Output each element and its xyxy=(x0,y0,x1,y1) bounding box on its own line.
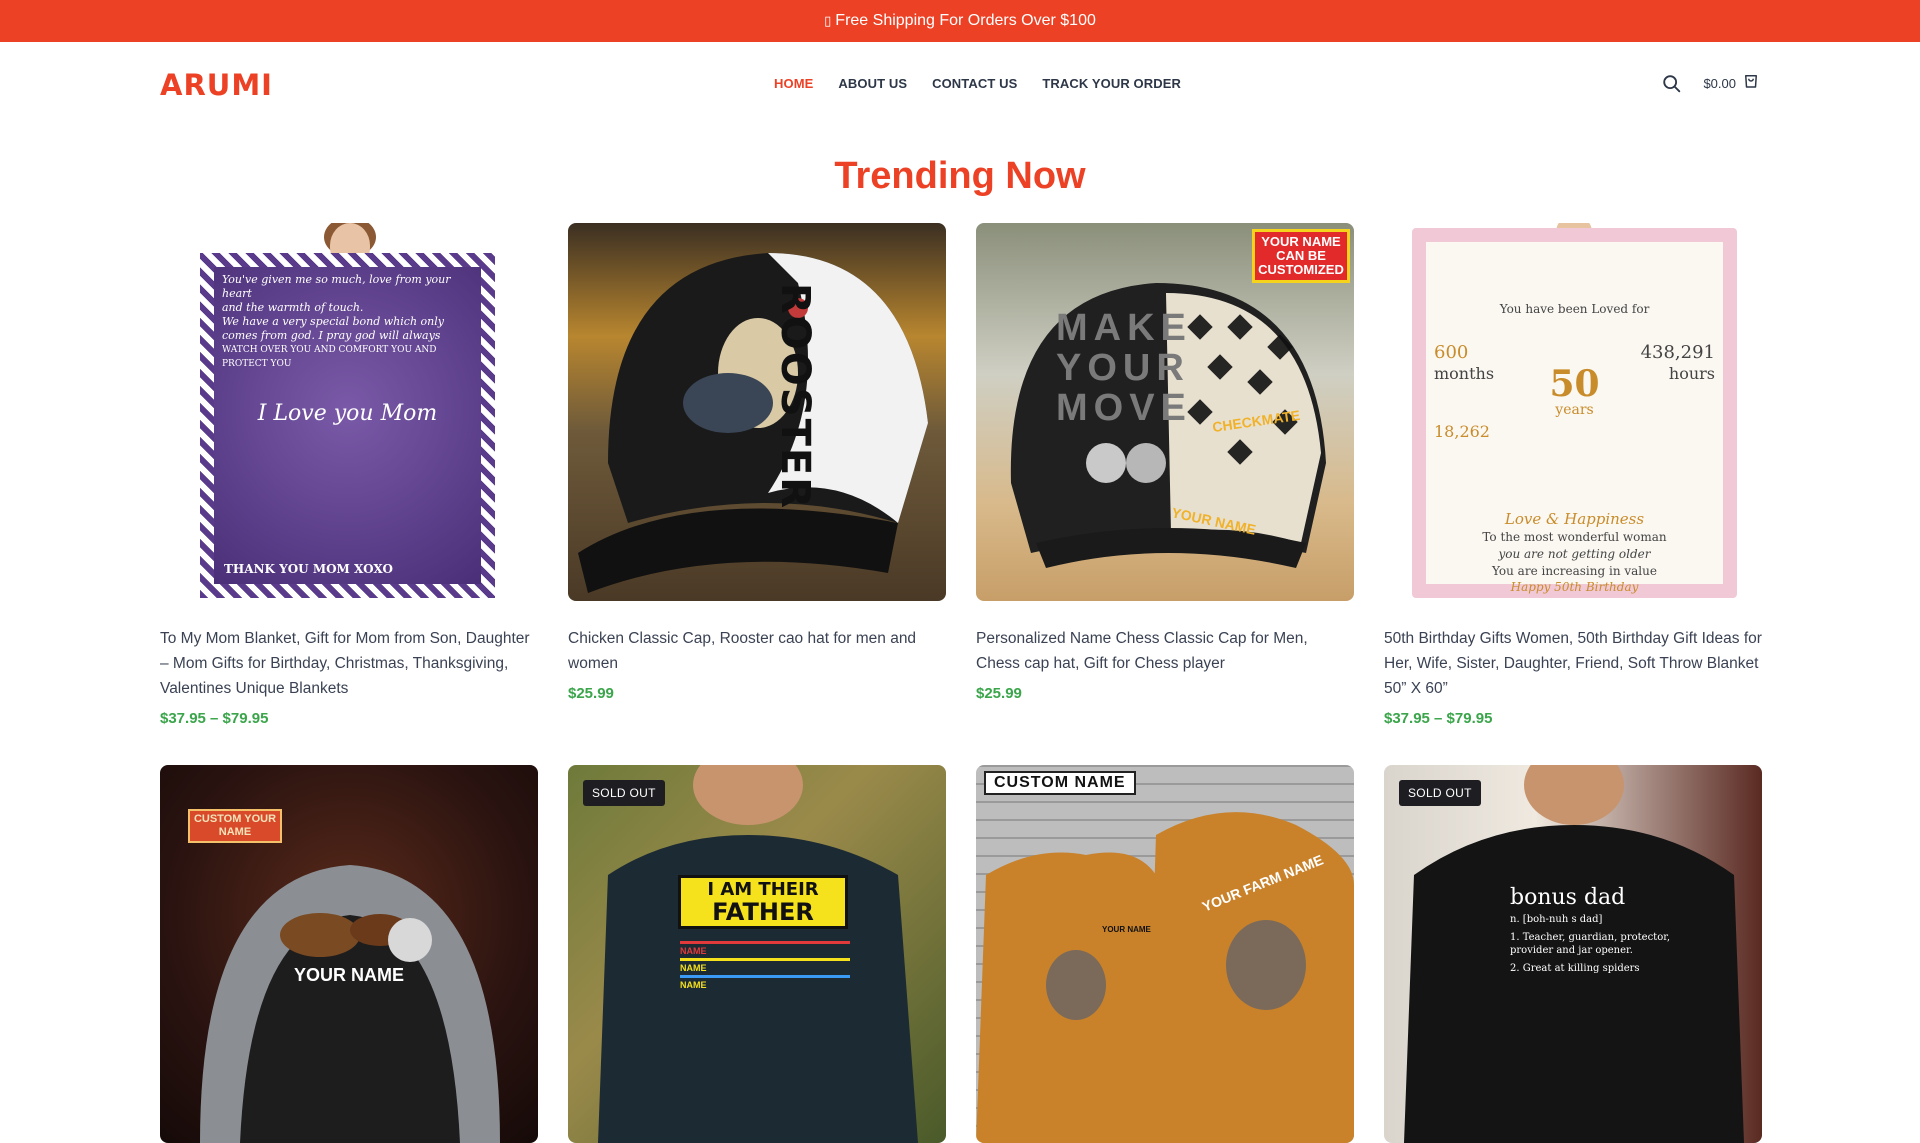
product-image-donkey-hoodie[interactable]: CUSTOM NAME YOUR FARM NAME YOUR NAME xyxy=(976,765,1354,1143)
artwork-text: WATCH OVER YOU AND COMFORT YOU AND PROTE… xyxy=(222,345,437,369)
artwork-text: NAME xyxy=(680,980,707,990)
product-card[interactable]: YOUR NAME CAN BE CUSTOMIZED MAKE YOUR MO… xyxy=(976,223,1354,702)
customize-sticker: CUSTOM NAME xyxy=(984,771,1136,795)
product-card[interactable]: CUSTOM NAME YOUR FARM NAME YOUR NAME xyxy=(976,765,1354,1143)
product-image-birthday-blanket[interactable]: You have been Loved for 50 years 600 mon… xyxy=(1384,223,1762,601)
announcement-text: Free Shipping For Orders Over $100 xyxy=(835,12,1096,29)
sold-out-badge: SOLD OUT xyxy=(1399,780,1481,806)
artwork-text: Happy 50th Birthday xyxy=(1510,580,1639,594)
artwork-text: Love & Happiness xyxy=(1504,510,1645,528)
product-price: $37.95 – $79.95 xyxy=(1384,710,1493,727)
sold-out-badge: SOLD OUT xyxy=(583,780,665,806)
product-image-bonus-dad-tee[interactable]: SOLD OUT bonus dad n. [boh-nuh s dad] 1.… xyxy=(1384,765,1762,1143)
artwork-text: 18,262 xyxy=(1434,422,1490,441)
artwork-text: hours xyxy=(1668,364,1715,383)
artwork-heart-text: I Love you Mom xyxy=(257,401,438,426)
customize-sticker: CUSTOM YOUR NAME xyxy=(188,809,282,843)
product-card[interactable]: You've given me so much, love from your … xyxy=(160,223,538,727)
site-logo[interactable]: ARUMI xyxy=(160,68,273,102)
product-card[interactable]: SOLD OUT I AM THEIR FATHER NAME NAME NAM… xyxy=(568,765,946,1143)
product-image-drum-cap[interactable]: CUSTOM YOUR NAME YOUR NAME xyxy=(160,765,538,1143)
artwork-text: YOUR NAME xyxy=(293,965,404,985)
nav-track-your-order[interactable]: TRACK YOUR ORDER xyxy=(1042,76,1181,91)
artwork-text: I AM THEIR xyxy=(707,879,819,900)
artwork-text: To the most wonderful woman xyxy=(1482,530,1667,544)
artwork-text: you are not getting older xyxy=(1498,547,1651,561)
product-title[interactable]: Personalized Name Chess Classic Cap for … xyxy=(976,626,1354,676)
announcement-bar: ▯ Free Shipping For Orders Over $100 xyxy=(0,0,1920,42)
artwork-text: 1. Teacher, guardian, protector, provide… xyxy=(1510,932,1671,956)
artwork-text: 438,291 xyxy=(1640,342,1715,363)
artwork-text: You have been Loved for xyxy=(1499,302,1650,316)
nav-contact-us[interactable]: CONTACT US xyxy=(932,76,1017,91)
product-card[interactable]: ROOSTER Chicken Classic Cap, Rooster cao… xyxy=(568,223,946,702)
product-card[interactable]: CUSTOM YOUR NAME YOUR NAME xyxy=(160,765,538,1143)
nav-home[interactable]: HOME xyxy=(774,76,813,91)
artwork-text: years xyxy=(1555,402,1594,418)
artwork-text: and the warmth of touch. xyxy=(222,301,364,314)
section-title: Trending Now xyxy=(834,155,1086,197)
cart-amount[interactable]: $0.00 xyxy=(1703,76,1736,91)
artwork-text: YOUR NAME xyxy=(1102,925,1151,934)
artwork-text: months xyxy=(1434,364,1495,383)
artwork-text: 600 xyxy=(1434,342,1469,363)
artwork-text: n. [boh-nuh s dad] xyxy=(1510,914,1603,925)
artwork-text: comes from god. I pray god will always xyxy=(222,329,441,342)
product-price: $37.95 – $79.95 xyxy=(160,710,269,727)
artwork-text: We have a very special bond which only xyxy=(222,315,444,328)
product-image-rooster-cap[interactable]: ROOSTER xyxy=(568,223,946,601)
artwork-text: NAME xyxy=(680,963,707,973)
product-price: $25.99 xyxy=(976,685,1022,702)
artwork-text: You are increasing in value xyxy=(1492,564,1657,578)
product-card[interactable]: You have been Loved for 50 years 600 mon… xyxy=(1384,223,1762,727)
product-title[interactable]: To My Mom Blanket, Gift for Mom from Son… xyxy=(160,626,538,701)
product-card[interactable]: SOLD OUT bonus dad n. [boh-nuh s dad] 1.… xyxy=(1384,765,1762,1143)
artwork-text: You've given me so much, love from your … xyxy=(222,273,451,300)
artwork-footer-text: THANK YOU MOM XOXO xyxy=(224,562,393,576)
main-nav: HOME ABOUT US CONTACT US TRACK YOUR ORDE… xyxy=(774,76,1181,91)
artwork-text: ROOSTER xyxy=(772,283,818,511)
product-price: $25.99 xyxy=(568,685,614,702)
product-title[interactable]: Chicken Classic Cap, Rooster cao hat for… xyxy=(568,626,946,676)
site-header: ARUMI HOME ABOUT US CONTACT US TRACK YOU… xyxy=(0,42,1920,126)
product-title[interactable]: 50th Birthday Gifts Women, 50th Birthday… xyxy=(1384,626,1762,701)
product-image-mom-blanket[interactable]: You've given me so much, love from your … xyxy=(160,223,538,601)
truck-icon: ▯ xyxy=(824,13,832,28)
nav-about-us[interactable]: ABOUT US xyxy=(838,76,907,91)
artwork-text: 2. Great at killing spiders xyxy=(1510,963,1640,974)
search-icon[interactable] xyxy=(1661,73,1683,95)
product-image-chess-cap[interactable]: YOUR NAME CAN BE CUSTOMIZED MAKE YOUR MO… xyxy=(976,223,1354,601)
artwork-text: bonus dad xyxy=(1510,885,1626,910)
artwork-text: MAKE YOUR MOVE xyxy=(1056,307,1192,429)
product-image-father-tee[interactable]: SOLD OUT I AM THEIR FATHER NAME NAME NAM… xyxy=(568,765,946,1143)
artwork-text: FATHER xyxy=(712,898,814,926)
customize-sticker: YOUR NAME CAN BE CUSTOMIZED xyxy=(1252,229,1350,283)
cart-icon[interactable] xyxy=(1742,72,1760,95)
artwork-text: NAME xyxy=(680,946,707,956)
